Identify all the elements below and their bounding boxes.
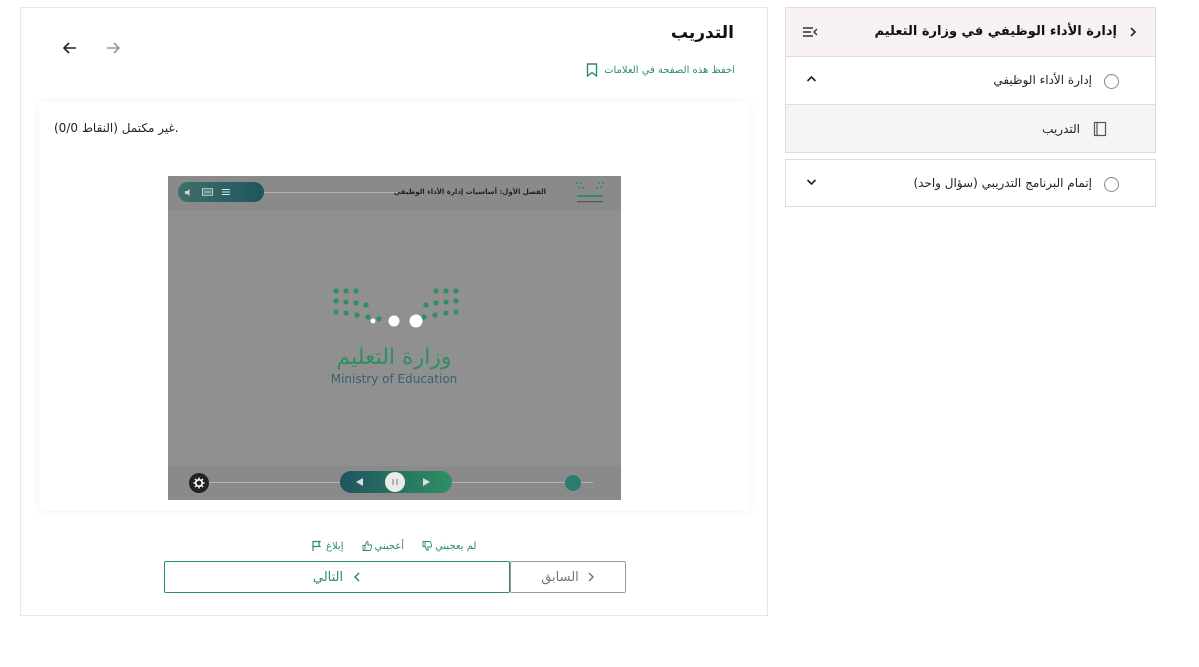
thumb-up-icon [362,541,372,551]
chevron-right-icon [588,572,594,582]
chevron-right-icon[interactable] [1129,26,1137,38]
section-title: إتمام البرنامج التدريبي (سؤال واحد) [913,176,1092,190]
like-label: أعجبني [374,540,405,552]
section-title: إدارة الأداء الوظيفي [993,73,1092,87]
dislike-button[interactable]: لم يعجبني [422,541,476,552]
course-title: إدارة الأداء الوظيفي في وزارة التعليم [874,24,1117,39]
previous-label: السابق [541,569,579,585]
gear-icon [193,477,205,489]
next-unit-arrow[interactable] [99,34,127,62]
thumb-down-icon [422,541,433,551]
arrow-right-icon [107,42,121,54]
unit-content-card: التدريب احفظ هذه الصفحة في العلامات (0/0… [20,7,768,616]
settings-button[interactable] [189,473,209,493]
like-button[interactable]: أعجبني [362,540,405,552]
bookmark-label: احفظ هذه الصفحة في العلامات [604,64,735,76]
bookmark-icon [586,63,598,77]
play-icon[interactable] [422,477,431,487]
ministry-of-education-logo: وزارة التعليم Ministry of Education [331,288,459,386]
previous-button[interactable]: السابق [510,561,626,593]
video-player[interactable]: الفصل الأول: أساسيات إدارة الأداء الوظيف… [168,176,621,500]
content-box: (0/0 النقاط) غير مكتمل. الفصل الأول: أسا… [39,101,749,511]
feedback-row: إبلاغ أعجبني لم يعجبني [311,537,491,555]
lesson-title: التدريب [1042,122,1080,136]
next-label: التالي [312,569,344,585]
dislike-label: لم يعجبني [435,540,477,552]
previous-unit-arrow[interactable] [56,34,84,62]
rewind-icon[interactable] [355,477,364,487]
next-button[interactable]: التالي [164,561,510,593]
arrow-left-icon [62,42,76,54]
bookmark-link[interactable]: احفظ هذه الصفحة في العلامات [586,63,735,77]
report-button[interactable]: إبلاغ [311,540,344,552]
score-text: (0/0 النقاط) غير مكتمل. [54,121,179,135]
captions-button[interactable] [565,475,581,491]
course-header[interactable]: إدارة الأداء الوظيفي في وزارة التعليم [785,7,1156,57]
section-program-completion[interactable]: إتمام البرنامج التدريبي (سؤال واحد) [785,159,1156,207]
logo-arabic-text: وزارة التعليم [336,345,451,370]
report-label: إبلاغ [326,540,344,552]
video-controls-bar [168,466,621,500]
playback-controls [340,471,452,493]
course-outline-sidebar: إدارة الأداء الوظيفي في وزارة التعليم إد… [785,7,1156,207]
section-performance-management[interactable]: إدارة الأداء الوظيفي [785,57,1156,105]
loading-spinner-icon [370,314,423,328]
menu-collapse-icon[interactable] [802,25,818,39]
lesson-training[interactable]: التدريب [785,105,1156,153]
page-title: التدريب [670,23,734,43]
book-icon [1093,121,1107,137]
chevron-left-icon [354,572,360,582]
section-status-radio [1104,74,1119,89]
chevron-down-icon[interactable] [806,178,817,186]
pause-button[interactable] [385,472,405,492]
section-status-radio [1104,177,1119,192]
chevron-up-icon[interactable] [806,75,817,83]
logo-english-text: Ministry of Education [331,372,458,386]
pause-icon [392,479,398,485]
flag-icon [312,540,322,551]
